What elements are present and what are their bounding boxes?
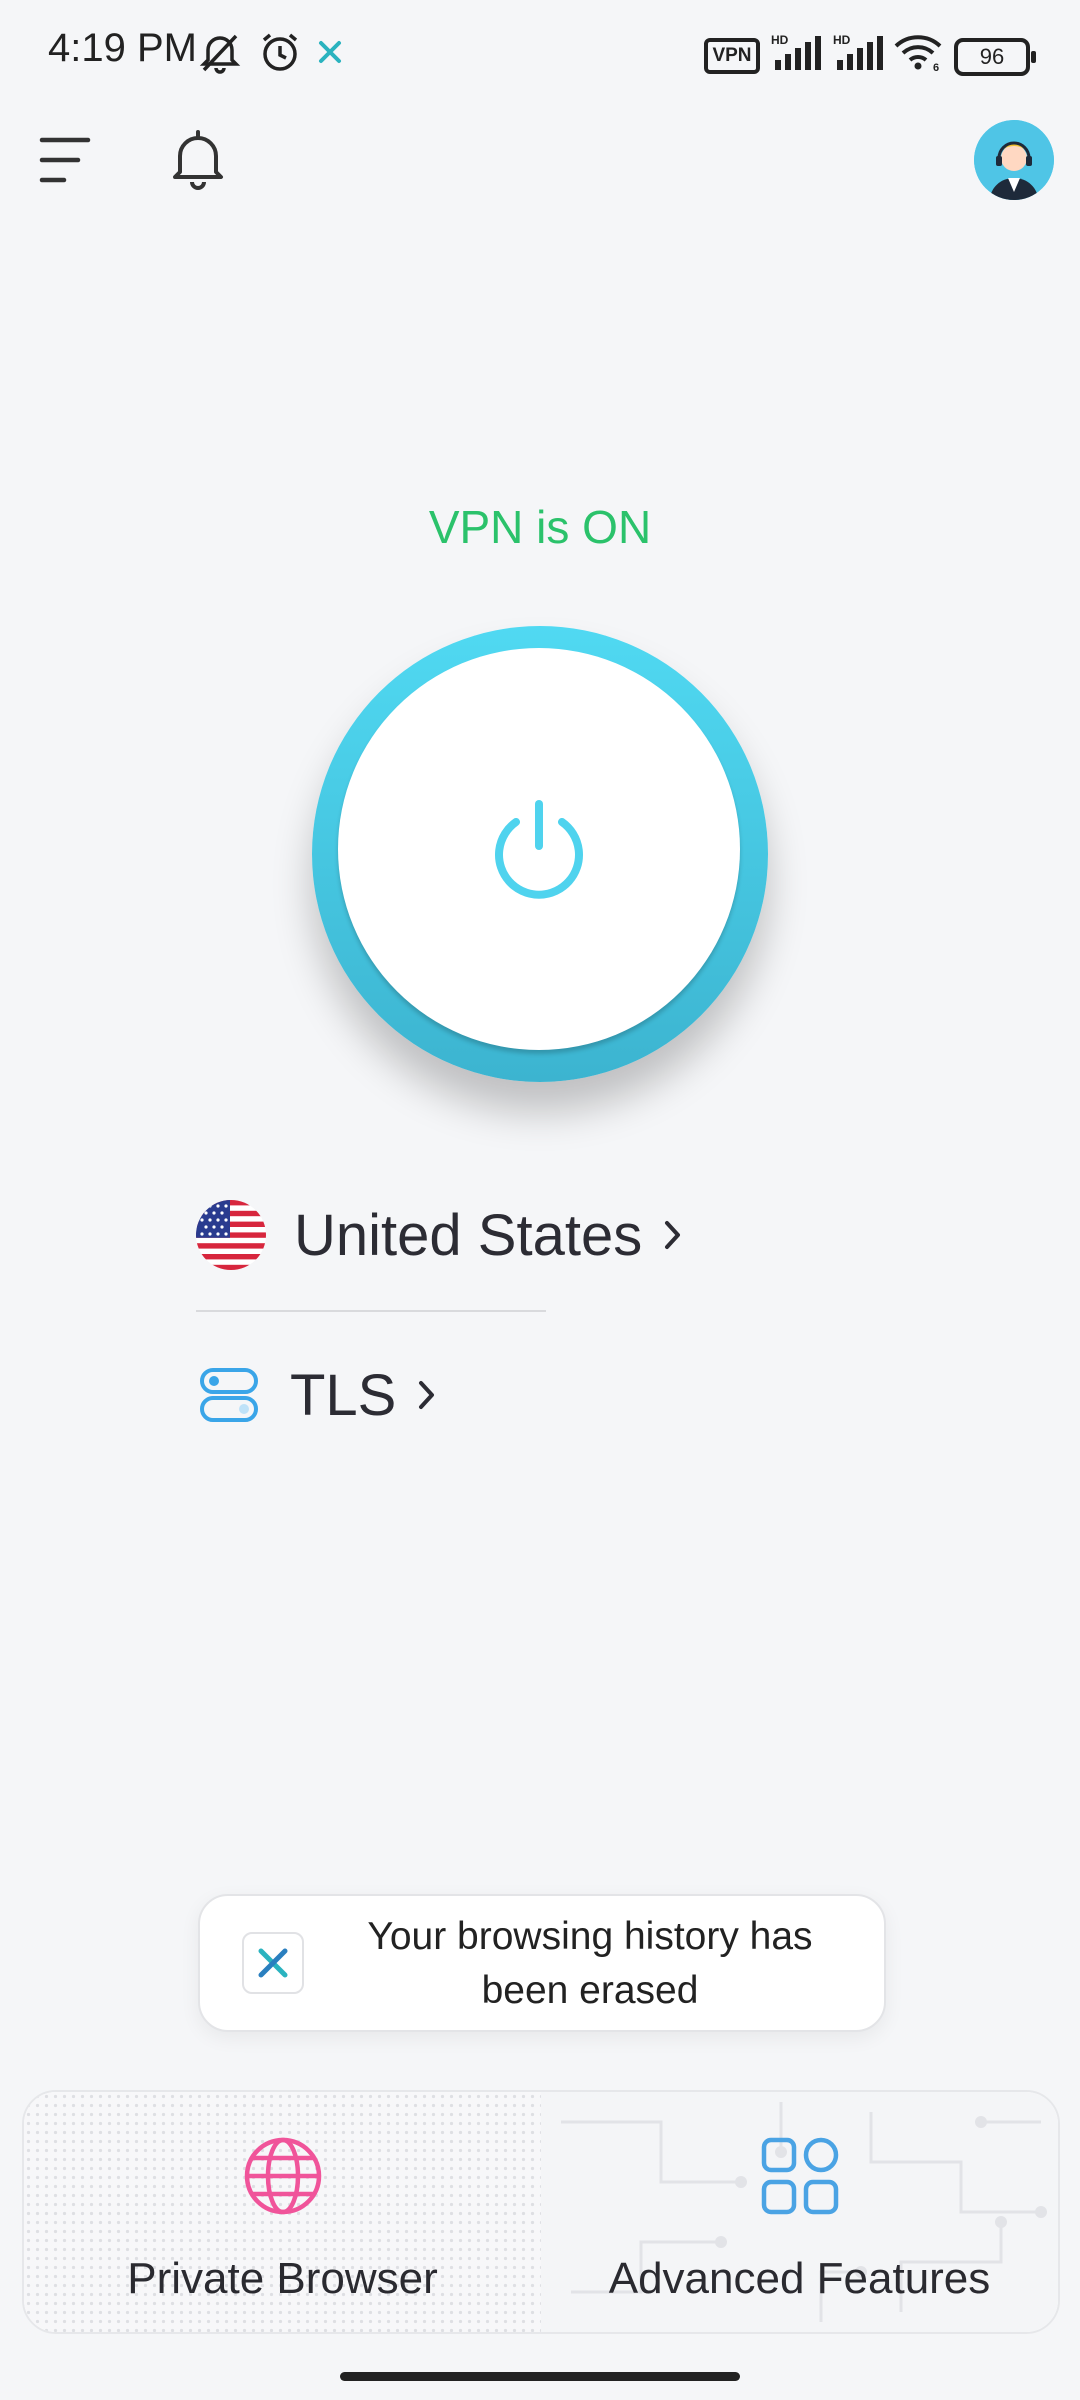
status-time: 4:19 PM [48, 26, 197, 70]
toast-notification: Your browsing history has been erased [198, 1894, 886, 2032]
divider [196, 1310, 546, 1312]
notifications-button[interactable] [166, 126, 230, 190]
mute-icon [196, 30, 244, 74]
signal-hd-icon: HD [830, 30, 886, 74]
grid-icon [761, 2137, 838, 2215]
status-bar: 4:19 PM VPN HD HD 6 96 [0, 0, 1080, 110]
protocol-toggle-icon [200, 1368, 258, 1422]
vpn-status-text: VPN is ON [428, 501, 652, 553]
chevron-right-icon [665, 1221, 681, 1249]
app-logo-icon [242, 1932, 304, 1994]
bottom-feature-card: Private Browser Advanced Features [22, 2090, 1060, 2334]
svg-text:6: 6 [933, 62, 939, 72]
toast-message: Your browsing history has been erased [367, 1915, 813, 2012]
power-icon [495, 800, 583, 899]
advanced-features-label: Advanced Features [608, 2254, 991, 2303]
country-label: United States [294, 1202, 643, 1268]
alarm-icon [256, 30, 304, 74]
menu-icon [39, 137, 91, 183]
support-avatar[interactable] [974, 120, 1054, 200]
private-browser-button[interactable]: Private Browser [24, 2092, 541, 2332]
protocol-selector[interactable]: TLS [196, 1350, 438, 1440]
us-flag-icon [196, 1200, 266, 1270]
protocol-label: TLS [290, 1362, 397, 1428]
home-indicator[interactable] [340, 2372, 740, 2381]
bell-icon [173, 130, 223, 190]
signal-hd-icon: HD [768, 30, 824, 74]
advanced-features-button[interactable]: Advanced Features [541, 2092, 1058, 2332]
menu-button[interactable] [38, 132, 98, 188]
app-notification-icon [310, 30, 350, 74]
battery-icon: 96 [954, 38, 1036, 76]
country-selector[interactable]: United States [196, 1190, 684, 1280]
power-button[interactable] [338, 648, 740, 1050]
svg-text:HD: HD [771, 33, 789, 47]
chevron-right-icon [419, 1381, 435, 1409]
svg-text:HD: HD [833, 33, 851, 47]
globe-icon [244, 2137, 321, 2215]
private-browser-label: Private Browser [127, 2254, 438, 2303]
vpn-icon: VPN [704, 38, 760, 74]
wifi-icon: 6 [892, 30, 944, 74]
support-agent-icon [974, 120, 1054, 200]
